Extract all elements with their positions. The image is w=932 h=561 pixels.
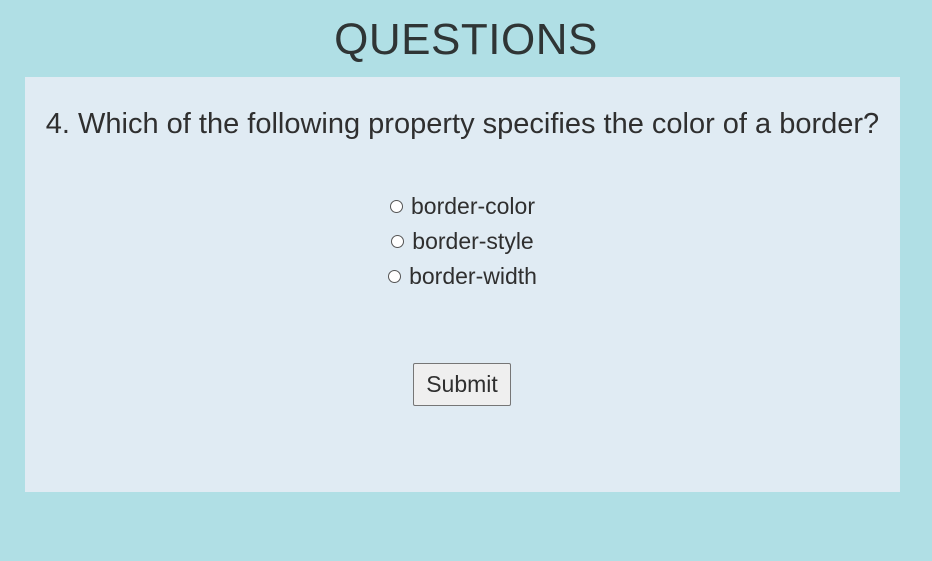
- radio-button[interactable]: [388, 270, 402, 283]
- submit-button[interactable]: Submit: [413, 363, 511, 406]
- option-border-width[interactable]: border-width: [388, 259, 537, 294]
- radio-button[interactable]: [391, 235, 405, 248]
- option-label: border-width: [409, 263, 537, 289]
- question-card: 4. Which of the following property speci…: [25, 77, 900, 492]
- option-label: border-style: [412, 228, 534, 254]
- answer-options: border-color border-style border-width: [25, 189, 900, 294]
- radio-button[interactable]: [390, 200, 403, 213]
- option-border-style[interactable]: border-style: [391, 224, 534, 259]
- option-border-color[interactable]: border-color: [390, 189, 535, 224]
- question-text: 4. Which of the following property speci…: [45, 108, 880, 140]
- page-title: QUESTIONS: [334, 15, 598, 64]
- option-label: border-color: [411, 193, 535, 219]
